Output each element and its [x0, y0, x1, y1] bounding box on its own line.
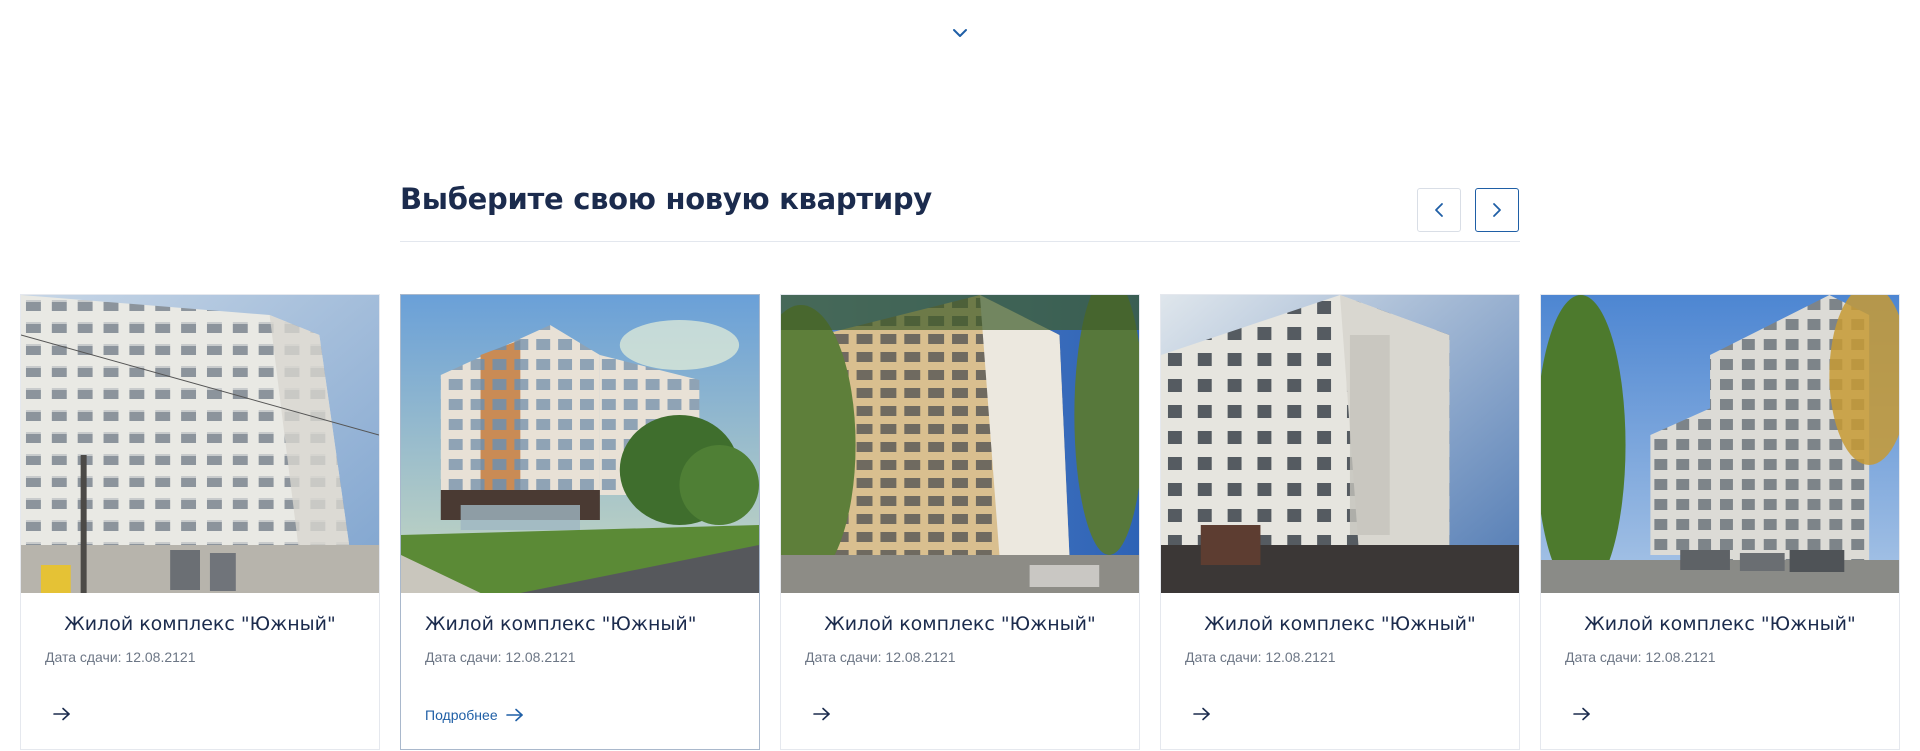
chevron-right-icon [1493, 203, 1501, 217]
card-more-link[interactable] [1185, 707, 1211, 721]
arrow-right-icon [505, 708, 523, 722]
building-photo [1541, 295, 1899, 593]
card-title: Жилой комплекс "Южный" [425, 613, 697, 635]
card-date: Дата сдачи: 12.08.2121 [805, 649, 956, 665]
carousel-prev-button[interactable] [1417, 188, 1461, 232]
card-more-link[interactable]: Подробнее [425, 707, 524, 723]
apartment-card[interactable]: Жилой комплекс "Южный" Дата сдачи: 12.08… [20, 294, 380, 750]
card-title: Жилой комплекс "Южный" [1584, 613, 1856, 635]
card-title: Жилой комплекс "Южный" [1204, 613, 1476, 635]
card-more-link[interactable] [805, 707, 831, 721]
chevron-down-icon [953, 29, 967, 37]
apartment-card[interactable]: Жилой комплекс "Южный" Дата сдачи: 12.08… [780, 294, 1140, 750]
card-more-label: Подробнее [425, 707, 498, 723]
card-title: Жилой комплекс "Южный" [64, 613, 336, 635]
section-header: Выберите свою новую квартиру [400, 176, 1520, 242]
carousel-next-button[interactable] [1475, 188, 1519, 232]
building-photo [781, 295, 1139, 593]
arrow-right-icon [1193, 707, 1210, 721]
apartment-card[interactable]: Жилой комплекс "Южный" Дата сдачи: 12.08… [1540, 294, 1900, 750]
scroll-down-button[interactable] [950, 26, 970, 40]
card-title: Жилой комплекс "Южный" [824, 613, 1096, 635]
chevron-left-icon [1435, 203, 1443, 217]
building-photo [21, 295, 379, 593]
card-more-link[interactable] [45, 707, 71, 721]
card-date: Дата сдачи: 12.08.2121 [1565, 649, 1716, 665]
arrow-right-icon [1573, 707, 1590, 721]
arrow-right-icon [813, 707, 830, 721]
apartment-card[interactable]: Жилой комплекс "Южный" Дата сдачи: 12.08… [400, 294, 760, 750]
section-title: Выберите свою новую квартиру [400, 182, 932, 216]
card-more-link[interactable] [1565, 707, 1591, 721]
building-photo [1161, 295, 1519, 593]
arrow-right-icon [53, 707, 70, 721]
card-date: Дата сдачи: 12.08.2121 [1185, 649, 1336, 665]
apartment-card[interactable]: Жилой комплекс "Южный" Дата сдачи: 12.08… [1160, 294, 1520, 750]
building-render [401, 295, 759, 593]
apartment-carousel: Жилой комплекс "Южный" Дата сдачи: 12.08… [0, 294, 1920, 751]
card-date: Дата сдачи: 12.08.2121 [425, 649, 576, 665]
card-date: Дата сдачи: 12.08.2121 [45, 649, 196, 665]
